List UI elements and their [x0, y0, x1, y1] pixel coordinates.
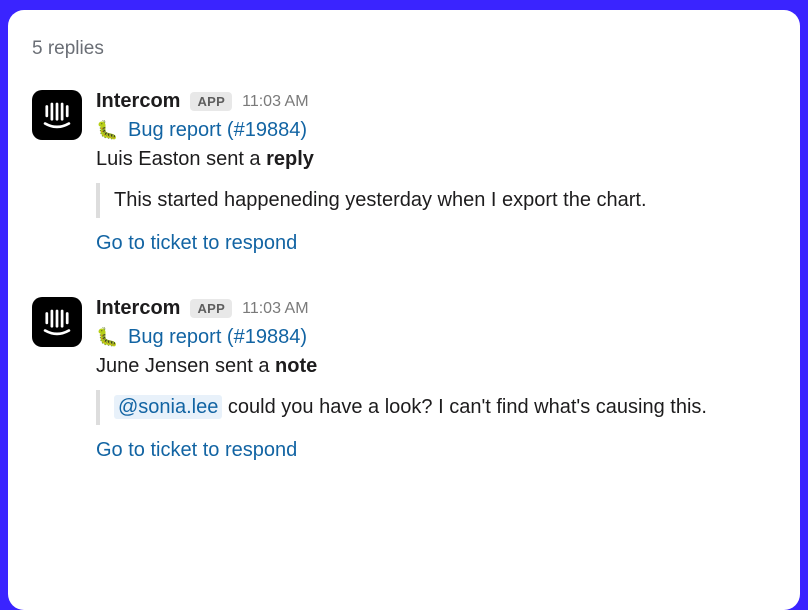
message: Intercom APP 11:03 AM 🐛 Bug report (#198… [32, 90, 776, 255]
author-name: Intercom [96, 90, 180, 113]
report-title-line: 🐛 Bug report (#19884) [96, 326, 776, 349]
app-badge: APP [190, 92, 232, 111]
message-body: Intercom APP 11:03 AM 🐛 Bug report (#198… [96, 297, 776, 462]
author-name: Intercom [96, 297, 180, 320]
go-to-ticket-link[interactable]: Go to ticket to respond [96, 439, 297, 461]
bug-report-link[interactable]: Bug report (#19884) [128, 119, 307, 141]
bug-icon: 🐛 [96, 120, 118, 140]
action-type: note [275, 355, 317, 377]
action-prefix: June Jensen sent a [96, 355, 275, 377]
timestamp: 11:03 AM [242, 300, 308, 318]
intercom-icon [40, 98, 74, 132]
quote-text: This started happeneding yesterday when … [114, 189, 762, 212]
action-line: June Jensen sent a note [96, 355, 776, 378]
action-line: Luis Easton sent a reply [96, 148, 776, 171]
quote-text-part: This started happeneding yesterday when … [114, 189, 647, 211]
bug-report-link[interactable]: Bug report (#19884) [128, 326, 307, 348]
message-body: Intercom APP 11:03 AM 🐛 Bug report (#198… [96, 90, 776, 255]
mention[interactable]: @sonia.lee [114, 395, 222, 419]
bug-icon: 🐛 [96, 327, 118, 347]
quote-text: @sonia.lee could you have a look? I can'… [114, 396, 762, 419]
message-header: Intercom APP 11:03 AM [96, 90, 776, 113]
quote-block: @sonia.lee could you have a look? I can'… [96, 390, 776, 425]
report-title-line: 🐛 Bug report (#19884) [96, 119, 776, 142]
message-header: Intercom APP 11:03 AM [96, 297, 776, 320]
intercom-icon [40, 305, 74, 339]
replies-count: 5 replies [32, 38, 776, 60]
quote-text-part: could you have a look? I can't find what… [222, 396, 707, 418]
intercom-avatar [32, 90, 82, 140]
intercom-avatar [32, 297, 82, 347]
action-type: reply [266, 148, 314, 170]
action-prefix: Luis Easton sent a [96, 148, 266, 170]
timestamp: 11:03 AM [242, 93, 308, 111]
thread-panel: 5 replies Intercom APP 11:03 AM [8, 10, 800, 610]
app-badge: APP [190, 299, 232, 318]
go-to-ticket-link[interactable]: Go to ticket to respond [96, 232, 297, 254]
message: Intercom APP 11:03 AM 🐛 Bug report (#198… [32, 297, 776, 462]
quote-block: This started happeneding yesterday when … [96, 183, 776, 218]
